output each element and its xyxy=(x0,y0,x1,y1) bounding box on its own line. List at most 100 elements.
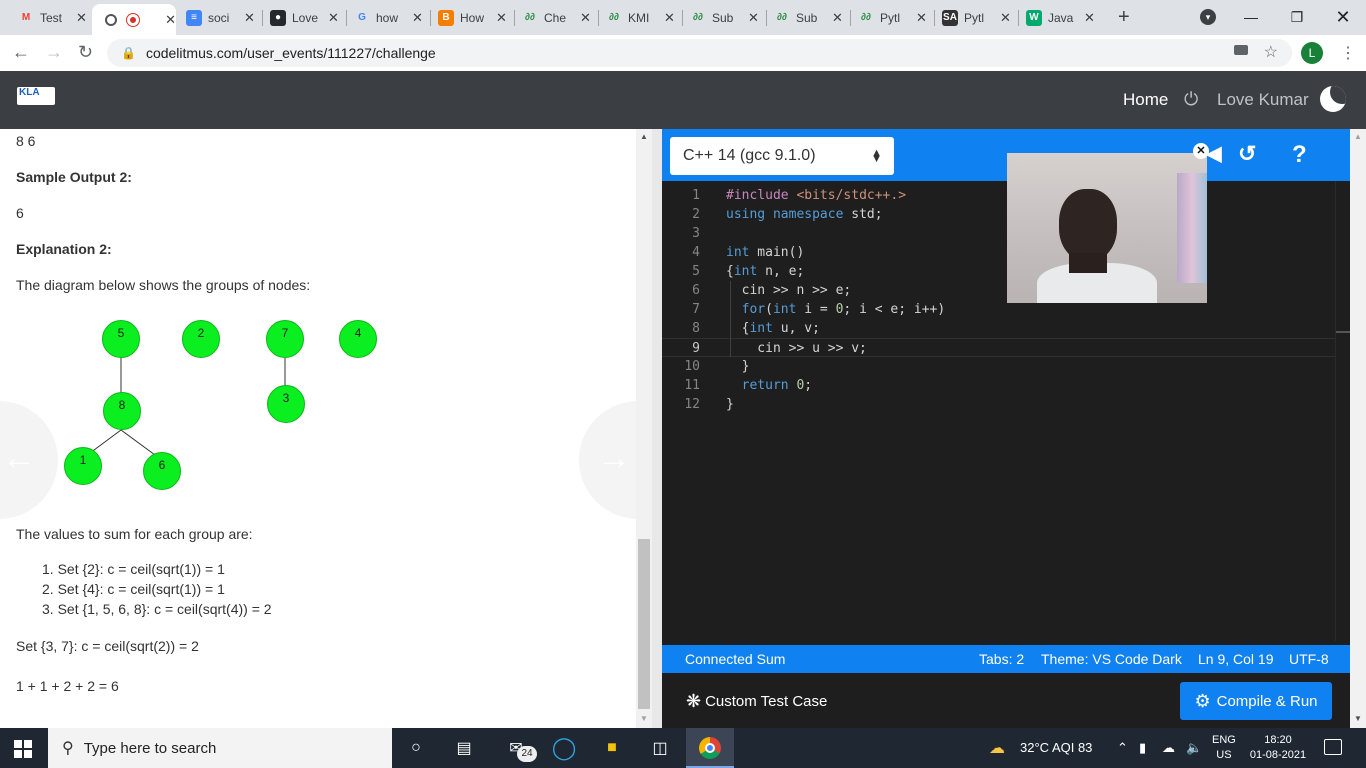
close-tab-icon[interactable]: ✕ xyxy=(580,10,591,26)
browser-tab[interactable]: ∂∂ Pytl ✕ xyxy=(848,4,932,31)
code-line[interactable]: 2 using namespace std; xyxy=(662,205,1350,224)
browser-tab[interactable]: ∂∂ KMI ✕ xyxy=(596,4,680,31)
code-text: cin >> n >> e; xyxy=(726,283,852,298)
weather-text[interactable]: 32°C AQI 83 xyxy=(1020,740,1092,755)
browser-tab[interactable]: SA Pytl ✕ xyxy=(932,4,1016,31)
close-tab-icon[interactable]: ✕ xyxy=(496,10,507,26)
status-tabs[interactable]: Tabs: 2 xyxy=(979,651,1024,667)
close-tab-icon[interactable]: ✕ xyxy=(1000,10,1011,26)
chrome-taskbar-button[interactable] xyxy=(686,728,734,768)
pane-divider[interactable] xyxy=(652,129,662,728)
geeksforgeeks-icon: ∂∂ xyxy=(525,12,535,23)
profile-avatar[interactable]: L xyxy=(1301,42,1323,64)
close-tab-icon[interactable]: ✕ xyxy=(76,10,87,26)
task-view-icon[interactable]: ▤ xyxy=(452,736,476,760)
code-line[interactable]: 11 return 0; xyxy=(662,376,1350,395)
code-line[interactable]: 5 {int n, e; xyxy=(662,262,1350,281)
help-icon[interactable]: ? xyxy=(1292,141,1307,169)
site-logo[interactable]: KLA xyxy=(17,87,55,105)
page-scroll-down-icon[interactable]: ▼ xyxy=(1354,714,1362,723)
language-indicator[interactable]: ENG US xyxy=(1212,733,1236,763)
power-icon[interactable]: ⏻ xyxy=(1184,89,1198,110)
clock[interactable]: 18:20 01-08-2021 xyxy=(1248,733,1308,763)
code-line[interactable]: 4 int main() xyxy=(662,243,1350,262)
back-icon[interactable]: ← xyxy=(12,42,30,63)
scroll-up-icon[interactable]: ▲ xyxy=(640,132,648,141)
forward-icon[interactable]: → xyxy=(45,42,63,63)
volume-icon[interactable]: 🔈 xyxy=(1186,740,1202,756)
indent-guide xyxy=(730,281,731,357)
editor-scrollbar[interactable] xyxy=(1335,181,1350,641)
code-line[interactable]: 7 for(int i = 0; i < e; i++) xyxy=(662,300,1350,319)
scroll-down-icon[interactable]: ▼ xyxy=(640,714,648,723)
browser-tab[interactable]: ∂∂ Che ✕ xyxy=(512,4,596,31)
windows-start-icon[interactable] xyxy=(14,740,32,758)
browser-tab[interactable]: B How ✕ xyxy=(428,4,512,31)
close-window-button[interactable]: ✕ xyxy=(1320,4,1366,30)
taskbar-search-box[interactable]: ⚲ Type here to search xyxy=(48,728,392,768)
code-line[interactable]: 8 {int u, v; xyxy=(662,319,1350,338)
browser-tab-title: Che xyxy=(544,10,567,25)
language-select[interactable]: C++ 14 (gcc 9.1.0) ▲ ▼ xyxy=(670,137,894,175)
new-tab-button[interactable]: + xyxy=(1118,6,1130,29)
code-area[interactable]: 1 #include <bits/stdc++.> 2 using namespace… xyxy=(662,181,1350,641)
close-tab-icon[interactable]: ✕ xyxy=(412,10,423,26)
minimize-button[interactable]: — xyxy=(1228,4,1274,30)
address-bar[interactable]: 🔒 codelitmus.com/user_events/111227/chal… xyxy=(107,39,1292,67)
bookmark-star-icon[interactable]: ☆ xyxy=(1264,42,1278,62)
edge-8-1 xyxy=(89,429,122,454)
tray-overflow-icon[interactable]: ⌃ xyxy=(1117,740,1128,756)
nav-home-link[interactable]: Home xyxy=(1123,90,1168,110)
browser-tab[interactable]: ∂∂ Sub ✕ xyxy=(680,4,764,31)
close-tab-icon[interactable]: ✕ xyxy=(1084,10,1095,26)
file-explorer-icon[interactable]: ■ xyxy=(600,736,624,760)
onedrive-icon[interactable]: ☁ xyxy=(1162,740,1175,756)
notification-center-icon[interactable] xyxy=(1324,739,1342,755)
close-tab-icon[interactable]: ✕ xyxy=(748,10,759,26)
browser-tab[interactable]: ● Love ✕ xyxy=(260,4,344,31)
edge-browser-icon[interactable]: ◯ xyxy=(552,735,577,760)
close-tab-icon[interactable]: ✕ xyxy=(165,12,176,28)
dark-mode-moon-icon[interactable] xyxy=(1320,86,1346,112)
page-scrollbar[interactable]: ▲ ▼ xyxy=(1350,129,1366,728)
code-line[interactable]: 10 } xyxy=(662,357,1350,376)
geeksforgeeks-icon: ∂∂ xyxy=(861,12,871,23)
tab-search-icon[interactable]: ▾ xyxy=(1200,9,1216,25)
arrow-right-icon: → xyxy=(597,439,631,477)
weather-icon[interactable]: ☁ xyxy=(989,738,1005,758)
geeksforgeeks-icon: ∂∂ xyxy=(693,12,703,23)
battery-icon[interactable]: ▮ xyxy=(1139,740,1146,756)
close-webcam-icon[interactable]: ✕ xyxy=(1193,143,1209,159)
nav-user-name[interactable]: Love Kumar xyxy=(1217,90,1309,110)
page-scroll-up-icon[interactable]: ▲ xyxy=(1354,132,1362,141)
problem-scrollbar-thumb[interactable] xyxy=(638,539,650,709)
browser-tab[interactable]: W Java ✕ xyxy=(1016,4,1100,31)
diagram-node-2: 2 xyxy=(182,320,220,358)
status-theme[interactable]: Theme: VS Code Dark xyxy=(1041,651,1182,667)
close-tab-icon[interactable]: ✕ xyxy=(916,10,927,26)
maximize-button[interactable]: ❐ xyxy=(1274,4,1320,30)
close-tab-icon[interactable]: ✕ xyxy=(832,10,843,26)
cortana-icon[interactable]: ○ xyxy=(404,736,428,760)
code-line[interactable]: 3 xyxy=(662,224,1350,243)
problem-scrollbar[interactable]: ▲ ▼ xyxy=(636,129,652,728)
browser-tab[interactable]: Ghow ✕ xyxy=(344,4,428,31)
camera-in-use-icon[interactable] xyxy=(1234,45,1248,55)
browser-tab[interactable]: M Test ✕ xyxy=(8,4,92,31)
browser-tab[interactable]: ∂∂ Sub ✕ xyxy=(764,4,848,31)
history-icon[interactable]: ↺ xyxy=(1238,141,1256,167)
browser-tab[interactable]: ≡ soci ✕ xyxy=(176,4,260,31)
code-line[interactable]: 9 cin >> u >> v; xyxy=(662,338,1350,357)
code-line[interactable]: 1 #include <bits/stdc++.> xyxy=(662,186,1350,205)
code-line[interactable]: 6 cin >> n >> e; xyxy=(662,281,1350,300)
store-icon[interactable]: ◫ xyxy=(648,736,672,760)
close-tab-icon[interactable]: ✕ xyxy=(328,10,339,26)
menu-kebab-icon[interactable]: ⋮ xyxy=(1340,43,1356,63)
custom-test-case-button[interactable]: ❋ Custom Test Case xyxy=(686,691,827,712)
browser-tab[interactable]: ✕ xyxy=(92,4,176,35)
close-tab-icon[interactable]: ✕ xyxy=(664,10,675,26)
reload-icon[interactable]: ↻ xyxy=(78,42,93,63)
close-tab-icon[interactable]: ✕ xyxy=(244,10,255,26)
code-line[interactable]: 12} xyxy=(662,395,1350,414)
compile-run-button[interactable]: ⚙ Compile & Run xyxy=(1180,682,1332,720)
